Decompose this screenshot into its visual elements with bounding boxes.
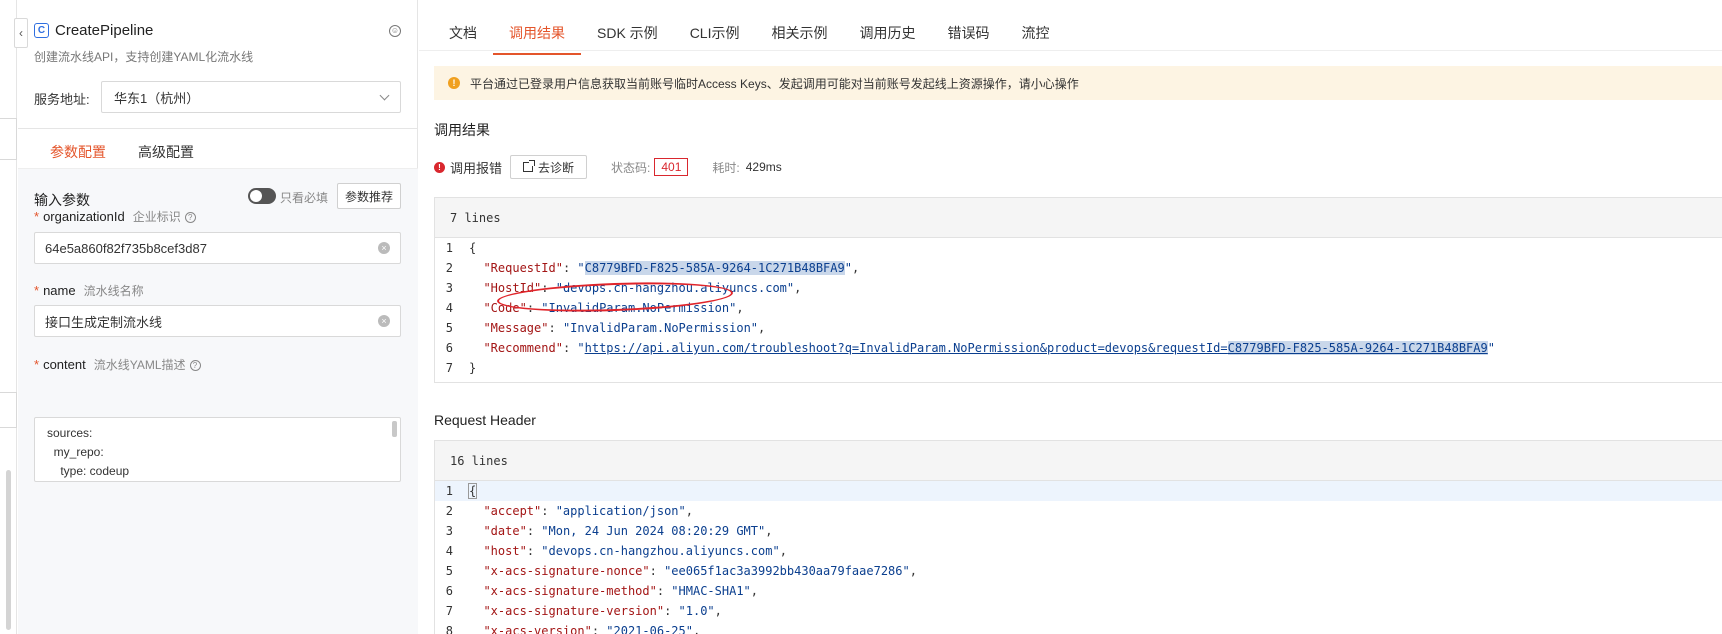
code-line: 5 "x-acs-signature-nonce": "ee065f1ac3a3…: [445, 564, 917, 578]
left-scrollbar[interactable]: [6, 470, 11, 630]
feedback-smile-icon[interactable]: ☺: [389, 25, 401, 37]
code-value: InvalidParam.NoPermission: [548, 301, 730, 315]
code-line: 4 "host": "devops.cn-hangzhou.aliyuncs.c…: [445, 544, 787, 558]
result-title: 调用结果: [434, 122, 490, 138]
help-icon[interactable]: ?: [184, 212, 196, 224]
status-row: ! 调用报错 去诊断 状态码: 401 耗时: 429ms: [434, 155, 782, 179]
chevron-left-icon: ‹: [19, 26, 23, 40]
field-label-organizationid: * organizationId 企业标识?: [34, 208, 196, 225]
field-name: content: [43, 357, 86, 372]
field-desc: 流水线YAML描述: [93, 358, 186, 372]
request-header-title: Request Header: [434, 412, 536, 428]
time-label: 耗时:: [712, 160, 740, 175]
only-required-label: 只看必填: [280, 191, 329, 205]
code-header: 16 lines: [435, 441, 1722, 481]
content-yaml-textarea[interactable]: sources: my_repo: type: codeup: [34, 417, 401, 482]
status-code-label: 状态码:: [611, 160, 651, 175]
api-c-icon: C: [34, 23, 49, 38]
api-params-panel: C CreatePipeline ☺ 创建流水线API，支持创建YAML化流水线…: [18, 0, 418, 634]
notice-text: 平台通过已登录用户信息获取当前账号临时Access Keys、发起调用可能对当前…: [470, 76, 1079, 91]
result-code-block[interactable]: 7 lines 1{ 2 "RequestId": " C8779BFD-F825…: [434, 197, 1722, 383]
clear-icon[interactable]: ×: [378, 242, 390, 254]
organizationid-input[interactable]: 64e5a860f82f735b8cef3d87 ×: [34, 232, 401, 264]
input-value: 64e5a860f82f735b8cef3d87: [45, 240, 207, 256]
code-line: 1{: [445, 241, 477, 255]
code-line: 4 "Code": " InvalidParam.NoPermission ",: [445, 301, 744, 315]
status-text: 调用报错: [450, 160, 503, 176]
only-required-toggle[interactable]: [248, 188, 276, 204]
code-line: 2 "RequestId": " C8779BFD-F825-585A-9264-…: [445, 261, 860, 275]
collapse-panel-button[interactable]: ‹: [14, 18, 28, 48]
recommend-link[interactable]: https://api.aliyun.com/troubleshoot?q=In…: [585, 341, 1488, 355]
diagnose-button[interactable]: 去诊断: [510, 155, 588, 179]
field-name: organizationId: [43, 209, 125, 224]
api-title: C CreatePipeline: [34, 22, 153, 39]
code-line: 8 "x-acs-version": "2021-06-25",: [445, 624, 701, 634]
strip-box: [0, 118, 17, 160]
service-address-select[interactable]: 华东1（杭州）: [101, 81, 401, 113]
code-line: 5 "Message": " InvalidParam.NoPermission "…: [445, 321, 766, 335]
time-value: 429ms: [745, 160, 782, 174]
result-panel: 文档 调用结果 SDK 示例 CLI示例 相关示例 调用历史 错误码 流控 ! …: [419, 0, 1722, 634]
code-header: 7 lines: [435, 198, 1722, 238]
diagnose-label: 去诊断: [538, 160, 575, 175]
param-recommend-button[interactable]: 参数推荐: [337, 183, 402, 209]
code-line: 7}: [445, 361, 477, 375]
code-line: 7 "x-acs-signature-version": "1.0",: [445, 604, 722, 618]
input-params-title: 输入参数: [34, 192, 90, 208]
strip-box: [0, 392, 17, 428]
yaml-line: type: codeup: [47, 464, 130, 478]
service-address-value: 华东1（杭州）: [114, 90, 200, 106]
external-link-icon: [523, 160, 536, 172]
yaml-line: sources:: [47, 426, 93, 440]
api-name: CreatePipeline: [55, 22, 154, 39]
api-description: 创建流水线API，支持创建YAML化流水线: [34, 50, 254, 64]
code-line: 1{: [435, 481, 1722, 501]
message-value: InvalidParam.NoPermission: [570, 321, 751, 335]
yaml-line: my_repo:: [47, 445, 104, 459]
code-line: 6 "Recommend": " https://api.aliyun.com/t…: [445, 341, 1495, 355]
code-line: 3 "HostId": " devops.cn-hangzhou.aliyuncs…: [445, 281, 802, 295]
name-input[interactable]: 接口生成定制流水线 ×: [34, 305, 401, 337]
field-label-name: * name 流水线名称: [34, 283, 144, 298]
left-side-strip: [0, 0, 17, 634]
host-id-value: devops.cn-hangzhou.aliyuncs.com: [562, 281, 787, 295]
help-icon[interactable]: ?: [189, 360, 201, 372]
error-icon: !: [434, 161, 445, 173]
request-id-value: C8779BFD-F825-585A-9264-1C271B48BFA9: [584, 261, 845, 275]
textarea-scrollbar[interactable]: [392, 421, 397, 437]
divider: [18, 128, 418, 129]
input-value: 接口生成定制流水线: [45, 314, 163, 330]
clear-icon[interactable]: ×: [378, 315, 390, 327]
divider: [419, 50, 1722, 51]
warning-notice: ! 平台通过已登录用户信息获取当前账号临时Access Keys、发起调用可能对…: [434, 66, 1722, 100]
field-name: name: [43, 283, 76, 298]
code-line: 2 "accept": "application/json",: [445, 504, 693, 518]
status-code-badge: 401: [654, 158, 689, 176]
code-line: 6 "x-acs-signature-method": "HMAC-SHA1",: [445, 584, 759, 598]
warning-icon: !: [448, 77, 460, 89]
request-header-code-block[interactable]: 16 lines 1{ 2 "accept": "application/jso…: [434, 440, 1722, 634]
field-desc: 企业标识: [132, 210, 181, 224]
code-line: 3 "date": "Mon, 24 Jun 2024 08:20:29 GMT…: [445, 524, 773, 538]
chevron-down-icon: [379, 90, 390, 100]
field-label-content: * content 流水线YAML描述?: [34, 356, 201, 373]
service-address-label: 服务地址:: [34, 92, 90, 107]
field-desc: 流水线名称: [83, 284, 144, 298]
